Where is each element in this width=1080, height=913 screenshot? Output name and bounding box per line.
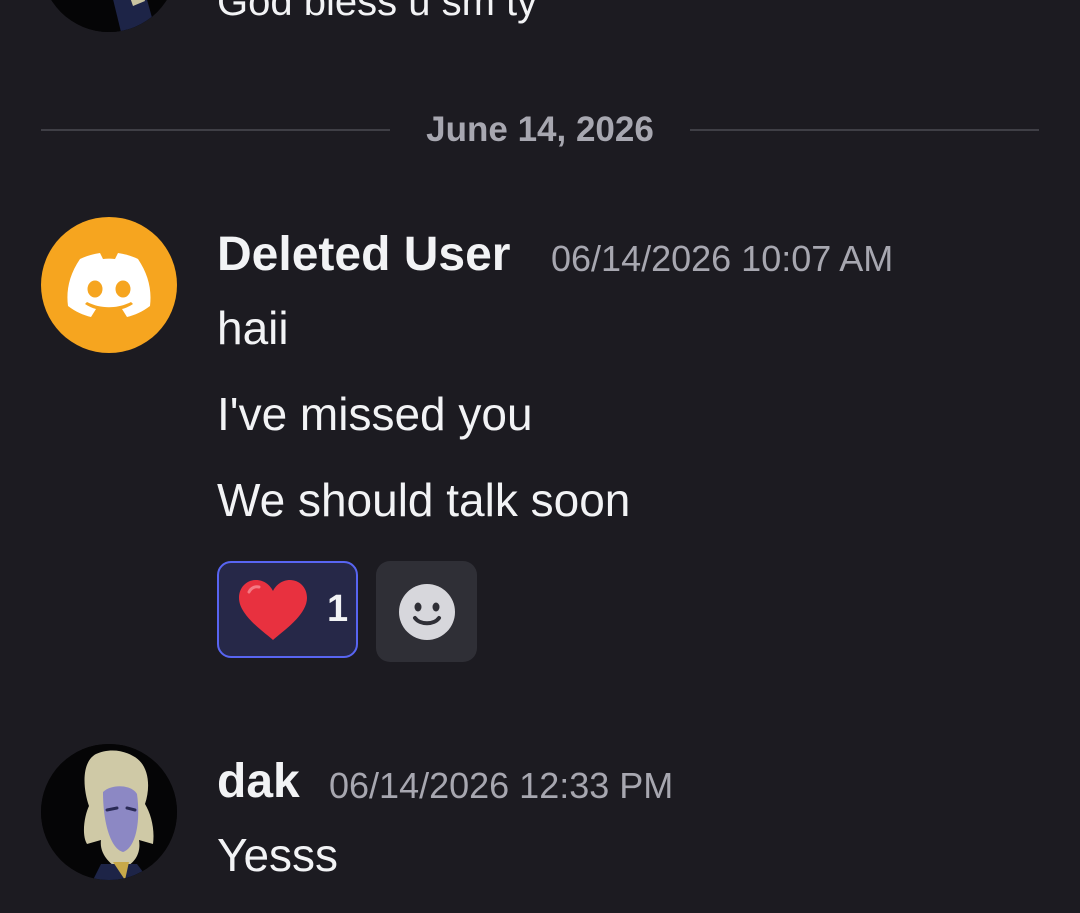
avatar[interactable] <box>41 0 177 32</box>
anime-avatar-icon <box>41 744 177 880</box>
smiley-face-icon <box>398 583 455 640</box>
discord-logo-icon <box>67 253 151 317</box>
avatar[interactable] <box>41 217 177 353</box>
message-text: God bless u sm ty <box>217 0 538 24</box>
reaction-heart-button[interactable]: 1 <box>217 561 358 658</box>
reaction-count: 1 <box>327 588 349 630</box>
date-divider-label: June 14, 2026 <box>426 110 654 149</box>
anime-avatar-icon <box>41 0 177 32</box>
message-text: We should talk soon <box>217 474 631 526</box>
message-timestamp: 06/14/2026 10:07 AM <box>551 238 894 279</box>
date-divider-line <box>41 129 390 131</box>
date-divider-line <box>690 129 1039 131</box>
red-heart-icon <box>239 579 307 640</box>
message-text: I've missed you <box>217 388 533 440</box>
add-reaction-button[interactable] <box>376 561 477 662</box>
message-text: Yesss <box>217 829 339 881</box>
message-timestamp: 06/14/2026 12:33 PM <box>329 765 674 806</box>
message-author[interactable]: dak <box>217 754 300 810</box>
message-author[interactable]: Deleted User <box>217 227 510 283</box>
message-text: haii <box>217 302 289 354</box>
avatar[interactable] <box>41 744 177 880</box>
